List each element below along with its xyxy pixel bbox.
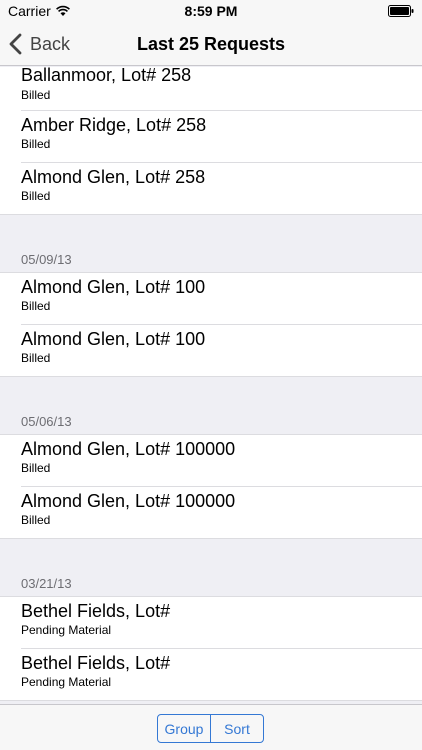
- list-item[interactable]: Ballanmoor, Lot# 258 Billed: [0, 67, 422, 111]
- list-item[interactable]: Almond Glen, Lot# 258 Billed: [0, 163, 422, 215]
- group-sort-segmented-control: Group Sort: [157, 714, 264, 743]
- section-spacer: [0, 377, 422, 409]
- section-header-date: 03/21/13: [0, 571, 422, 597]
- battery-icon: [388, 5, 414, 17]
- request-status: Billed: [21, 513, 51, 527]
- status-bar: Carrier 8:59 PM: [0, 0, 422, 22]
- request-title: Bethel Fields, Lot#: [21, 601, 171, 621]
- navigation-bar: Back Last 25 Requests: [0, 22, 422, 66]
- request-title: Bethel Fields, Lot#: [21, 653, 171, 673]
- request-status: Pending Material: [21, 623, 112, 637]
- app-screen: Carrier 8:59 PM Back Last 25 Requests Ba…: [0, 0, 422, 750]
- section-date-label: 03/21/13: [21, 576, 72, 591]
- request-title: Almond Glen, Lot# 258: [21, 167, 206, 187]
- list-item[interactable]: Bethel Fields, Lot# Pending Material: [0, 649, 422, 701]
- section-date-label: 05/09/13: [21, 252, 72, 267]
- group-button[interactable]: Group: [158, 715, 210, 742]
- list-item[interactable]: Almond Glen, Lot# 100000 Billed: [0, 435, 422, 487]
- requests-list[interactable]: Ballanmoor, Lot# 258 Billed Amber Ridge,…: [0, 67, 422, 704]
- section-header-date: 05/06/13: [0, 409, 422, 435]
- request-status: Billed: [21, 189, 51, 203]
- list-item[interactable]: Almond Glen, Lot# 100 Billed: [0, 325, 422, 377]
- request-status: Billed: [21, 137, 51, 151]
- list-item[interactable]: Bethel Fields, Lot# Pending Material: [0, 597, 422, 649]
- request-title: Ballanmoor, Lot# 258: [21, 67, 192, 85]
- request-status: Billed: [21, 351, 51, 365]
- request-status: Billed: [21, 461, 51, 475]
- request-title: Almond Glen, Lot# 100: [21, 277, 206, 297]
- request-title: Almond Glen, Lot# 100000: [21, 491, 236, 511]
- request-status: Pending Material: [21, 675, 112, 689]
- page-title: Last 25 Requests: [136, 34, 286, 54]
- status-time: 8:59 PM: [184, 3, 238, 19]
- request-status: Billed: [21, 88, 51, 102]
- sort-button[interactable]: Sort: [210, 715, 263, 742]
- request-title: Amber Ridge, Lot# 258: [21, 115, 207, 135]
- bottom-toolbar: Group Sort: [0, 704, 422, 750]
- list-item[interactable]: Almond Glen, Lot# 100000 Billed: [0, 487, 422, 539]
- section-spacer: [0, 539, 422, 571]
- list-item[interactable]: Amber Ridge, Lot# 258 Billed: [0, 111, 422, 163]
- section-header-date: 05/09/13: [0, 247, 422, 273]
- request-title: Almond Glen, Lot# 100: [21, 329, 206, 349]
- section-spacer: [0, 215, 422, 247]
- request-title: Almond Glen, Lot# 100000: [21, 439, 236, 459]
- section-date-label: 05/06/13: [21, 414, 72, 429]
- list-item[interactable]: Almond Glen, Lot# 100 Billed: [0, 273, 422, 325]
- request-status: Billed: [21, 299, 51, 313]
